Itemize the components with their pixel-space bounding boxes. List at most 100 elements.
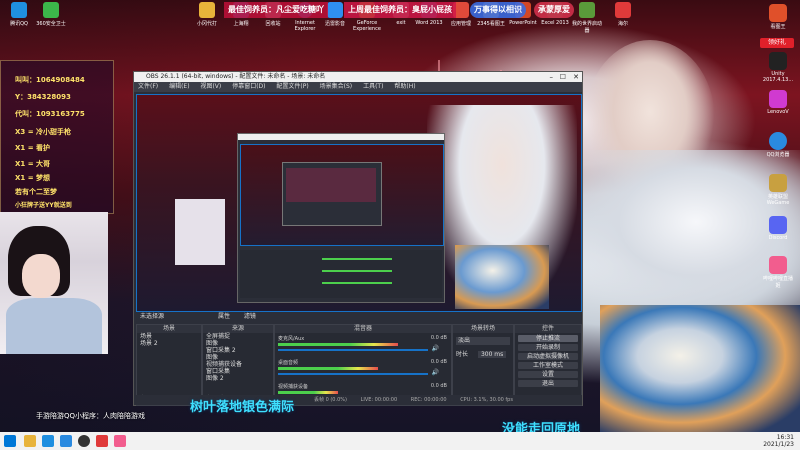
exit-button[interactable]: 退出 bbox=[518, 380, 578, 387]
filters-button[interactable]: 滤镜 bbox=[244, 313, 256, 320]
controls-dock: 控件 停止推流 开始录制 启动虚拟摄像机 工作室模式 设置 退出 bbox=[514, 324, 582, 406]
obs-icon[interactable] bbox=[78, 435, 90, 447]
stop-streaming-button[interactable]: 停止推流 bbox=[518, 335, 578, 342]
rank-line: 若有个二至梦 bbox=[15, 188, 57, 196]
obs-menu-bar: 文件(F) 编辑(E) 视图(V) 停靠窗口(D) 配置文件(P) 场景集合(S… bbox=[134, 82, 582, 92]
desktop-icon-minecraft[interactable]: 我的世界启动器 bbox=[570, 2, 604, 34]
mixer-header: 混音器 bbox=[275, 325, 451, 333]
start-icon[interactable] bbox=[4, 435, 16, 447]
transitions-dock: 场景转场 淡出 时长 300 ms bbox=[452, 324, 514, 406]
transition-select[interactable]: 淡出 bbox=[456, 337, 510, 345]
source-item[interactable]: 窗口采集 2 bbox=[203, 347, 273, 354]
volume-meter bbox=[278, 391, 338, 394]
mixer-channel: 桌面音频 0.0 dB 🔊 bbox=[275, 359, 451, 379]
desktop-icon-qq[interactable]: 腾讯QQ bbox=[2, 2, 36, 27]
sources-dock: 来源 全屏捕捉 图像 窗口采集 2 图像 视频捕获设备 窗口采集 图像 2 ＋－… bbox=[202, 324, 274, 406]
channel-db: 0.0 dB bbox=[430, 359, 447, 365]
bilibili-icon bbox=[769, 256, 787, 274]
properties-button[interactable]: 属性 bbox=[218, 313, 230, 320]
start-recording-button[interactable]: 开始录制 bbox=[518, 344, 578, 351]
scene-item[interactable]: 场景 2 bbox=[137, 340, 201, 347]
volume-slider[interactable] bbox=[278, 373, 428, 375]
obs-title: OBS 26.1.1 (64-bit, windows) - 配置文件: 未命名… bbox=[146, 73, 326, 80]
banner-best-keeper: 最佳饲养员：凡尘爱吃糖吖 bbox=[224, 2, 328, 18]
mixer-dock: 混音器 麦克风/Aux 0.0 dB 🔊 桌面音频 0.0 dB 🔊 视频捕获设… bbox=[274, 324, 452, 406]
clock-time: 16:31 bbox=[776, 434, 794, 441]
duration-row: 时长 300 ms bbox=[456, 349, 507, 358]
menu-file[interactable]: 文件(F) bbox=[138, 83, 158, 90]
menu-view[interactable]: 视图(V) bbox=[200, 83, 221, 90]
game-icon bbox=[769, 174, 787, 192]
volume-slider[interactable] bbox=[278, 349, 428, 351]
source-item[interactable]: 全屏捕捉 bbox=[203, 333, 273, 340]
duration-input[interactable]: 300 ms bbox=[477, 351, 507, 358]
obs-preview[interactable] bbox=[136, 94, 582, 312]
folder-icon bbox=[199, 2, 215, 18]
source-item[interactable]: 视频捕获设备 bbox=[203, 361, 273, 368]
desktop-icon-discord[interactable]: Discord bbox=[762, 216, 794, 241]
webcam-overlay bbox=[0, 212, 108, 354]
browser-icon[interactable] bbox=[60, 435, 72, 447]
start-virtual-camera-button[interactable]: 启动虚拟摄像机 bbox=[518, 353, 578, 360]
music-icon[interactable] bbox=[96, 435, 108, 447]
rank-overlay: 叫叫：1064908484 Y：384328093 代叫：1093163775 … bbox=[0, 60, 114, 214]
menu-help[interactable]: 帮助(H) bbox=[394, 83, 415, 90]
controls-header: 控件 bbox=[515, 325, 581, 333]
scene-item[interactable]: 场景 bbox=[137, 333, 201, 340]
menu-docks[interactable]: 停靠窗口(D) bbox=[232, 83, 265, 90]
streamer-body bbox=[6, 298, 102, 354]
desktop-icon-lol[interactable]: 英雄联盟WeGame bbox=[762, 174, 794, 206]
desktop-icon-lenovo[interactable]: LenovoV bbox=[762, 90, 794, 115]
speaker-icon[interactable]: 🔊 bbox=[432, 369, 439, 376]
rank-line: X3 = 冷小甜手枪 bbox=[15, 128, 72, 136]
image-viewer-icon bbox=[769, 4, 787, 22]
scenes-dock: 场景 场景 场景 2 ＋－∧∨ bbox=[136, 324, 202, 406]
minimize-icon[interactable]: – bbox=[550, 72, 554, 82]
desktop-icon-folder[interactable]: 小冈代打 bbox=[190, 2, 224, 27]
rank-line: 小狂牌子送YY就送到 bbox=[15, 202, 72, 209]
duration-label: 时长 bbox=[456, 351, 469, 358]
taskbar-clock[interactable]: 16:31 2021/1/23 bbox=[763, 434, 794, 448]
settings-button[interactable]: 设置 bbox=[518, 371, 578, 378]
menu-edit[interactable]: 编辑(E) bbox=[169, 83, 189, 90]
desktop-icon-bilibili[interactable]: 哔哩哔哩直播姬 bbox=[762, 256, 794, 289]
preview-toolbar: 未选择源 属性 滤镜 bbox=[136, 312, 580, 322]
taskbar: 16:31 2021/1/23 bbox=[0, 432, 800, 450]
menu-scene-collection[interactable]: 场景集合(S) bbox=[320, 83, 353, 90]
desktop-icon-netease[interactable]: 海尔 bbox=[606, 2, 640, 27]
maximize-icon[interactable]: ☐ bbox=[560, 72, 566, 82]
close-icon[interactable]: ✕ bbox=[573, 72, 579, 82]
scenes-header: 场景 bbox=[137, 325, 201, 333]
lenovo-icon bbox=[769, 90, 787, 108]
desktop-icon-360[interactable]: 360安全卫士 bbox=[34, 2, 68, 27]
obs-title-bar[interactable]: OBS 26.1.1 (64-bit, windows) - 配置文件: 未命名… bbox=[134, 72, 582, 82]
explorer-icon[interactable] bbox=[24, 435, 36, 447]
live-time: LIVE: 00:00:00 bbox=[360, 397, 398, 403]
obs-window[interactable]: OBS 26.1.1 (64-bit, windows) - 配置文件: 未命名… bbox=[133, 71, 583, 406]
qq-icon[interactable] bbox=[42, 435, 54, 447]
speaker-icon[interactable]: 🔊 bbox=[432, 345, 439, 352]
sources-header: 来源 bbox=[203, 325, 273, 333]
player-icon bbox=[327, 2, 343, 18]
preview-cam bbox=[175, 199, 225, 265]
desktop-icon-kantuwang[interactable]: 看图王 bbox=[762, 4, 794, 30]
rank-line: X1 = 大哥 bbox=[15, 160, 51, 168]
menu-profile[interactable]: 配置文件(P) bbox=[276, 83, 308, 90]
source-item[interactable]: 图像 2 bbox=[203, 375, 273, 382]
source-item[interactable]: 图像 bbox=[203, 354, 273, 361]
desktop-icon-qq-browser[interactable]: QQ浏览器 bbox=[762, 132, 794, 158]
source-item[interactable]: 图像 bbox=[203, 340, 273, 347]
channel-name: 桌面音频 bbox=[278, 360, 299, 366]
menu-tools[interactable]: 工具(T) bbox=[363, 83, 383, 90]
qq-icon bbox=[11, 2, 27, 18]
volume-meter bbox=[278, 343, 398, 346]
source-item[interactable]: 窗口采集 bbox=[203, 368, 273, 375]
desktop-icon-unity[interactable]: Unity 2017.4.13... bbox=[762, 52, 794, 83]
preview-artwork bbox=[455, 245, 549, 309]
bilibili-icon[interactable] bbox=[114, 435, 126, 447]
rank-line: 叫叫：1064908484 bbox=[15, 76, 85, 84]
studio-mode-button[interactable]: 工作室模式 bbox=[518, 362, 578, 369]
get-gift-button[interactable]: 领好礼 bbox=[760, 38, 794, 48]
rank-line: 代叫：1093163775 bbox=[15, 110, 85, 118]
rec-time: REC: 00:00:00 bbox=[410, 397, 447, 403]
